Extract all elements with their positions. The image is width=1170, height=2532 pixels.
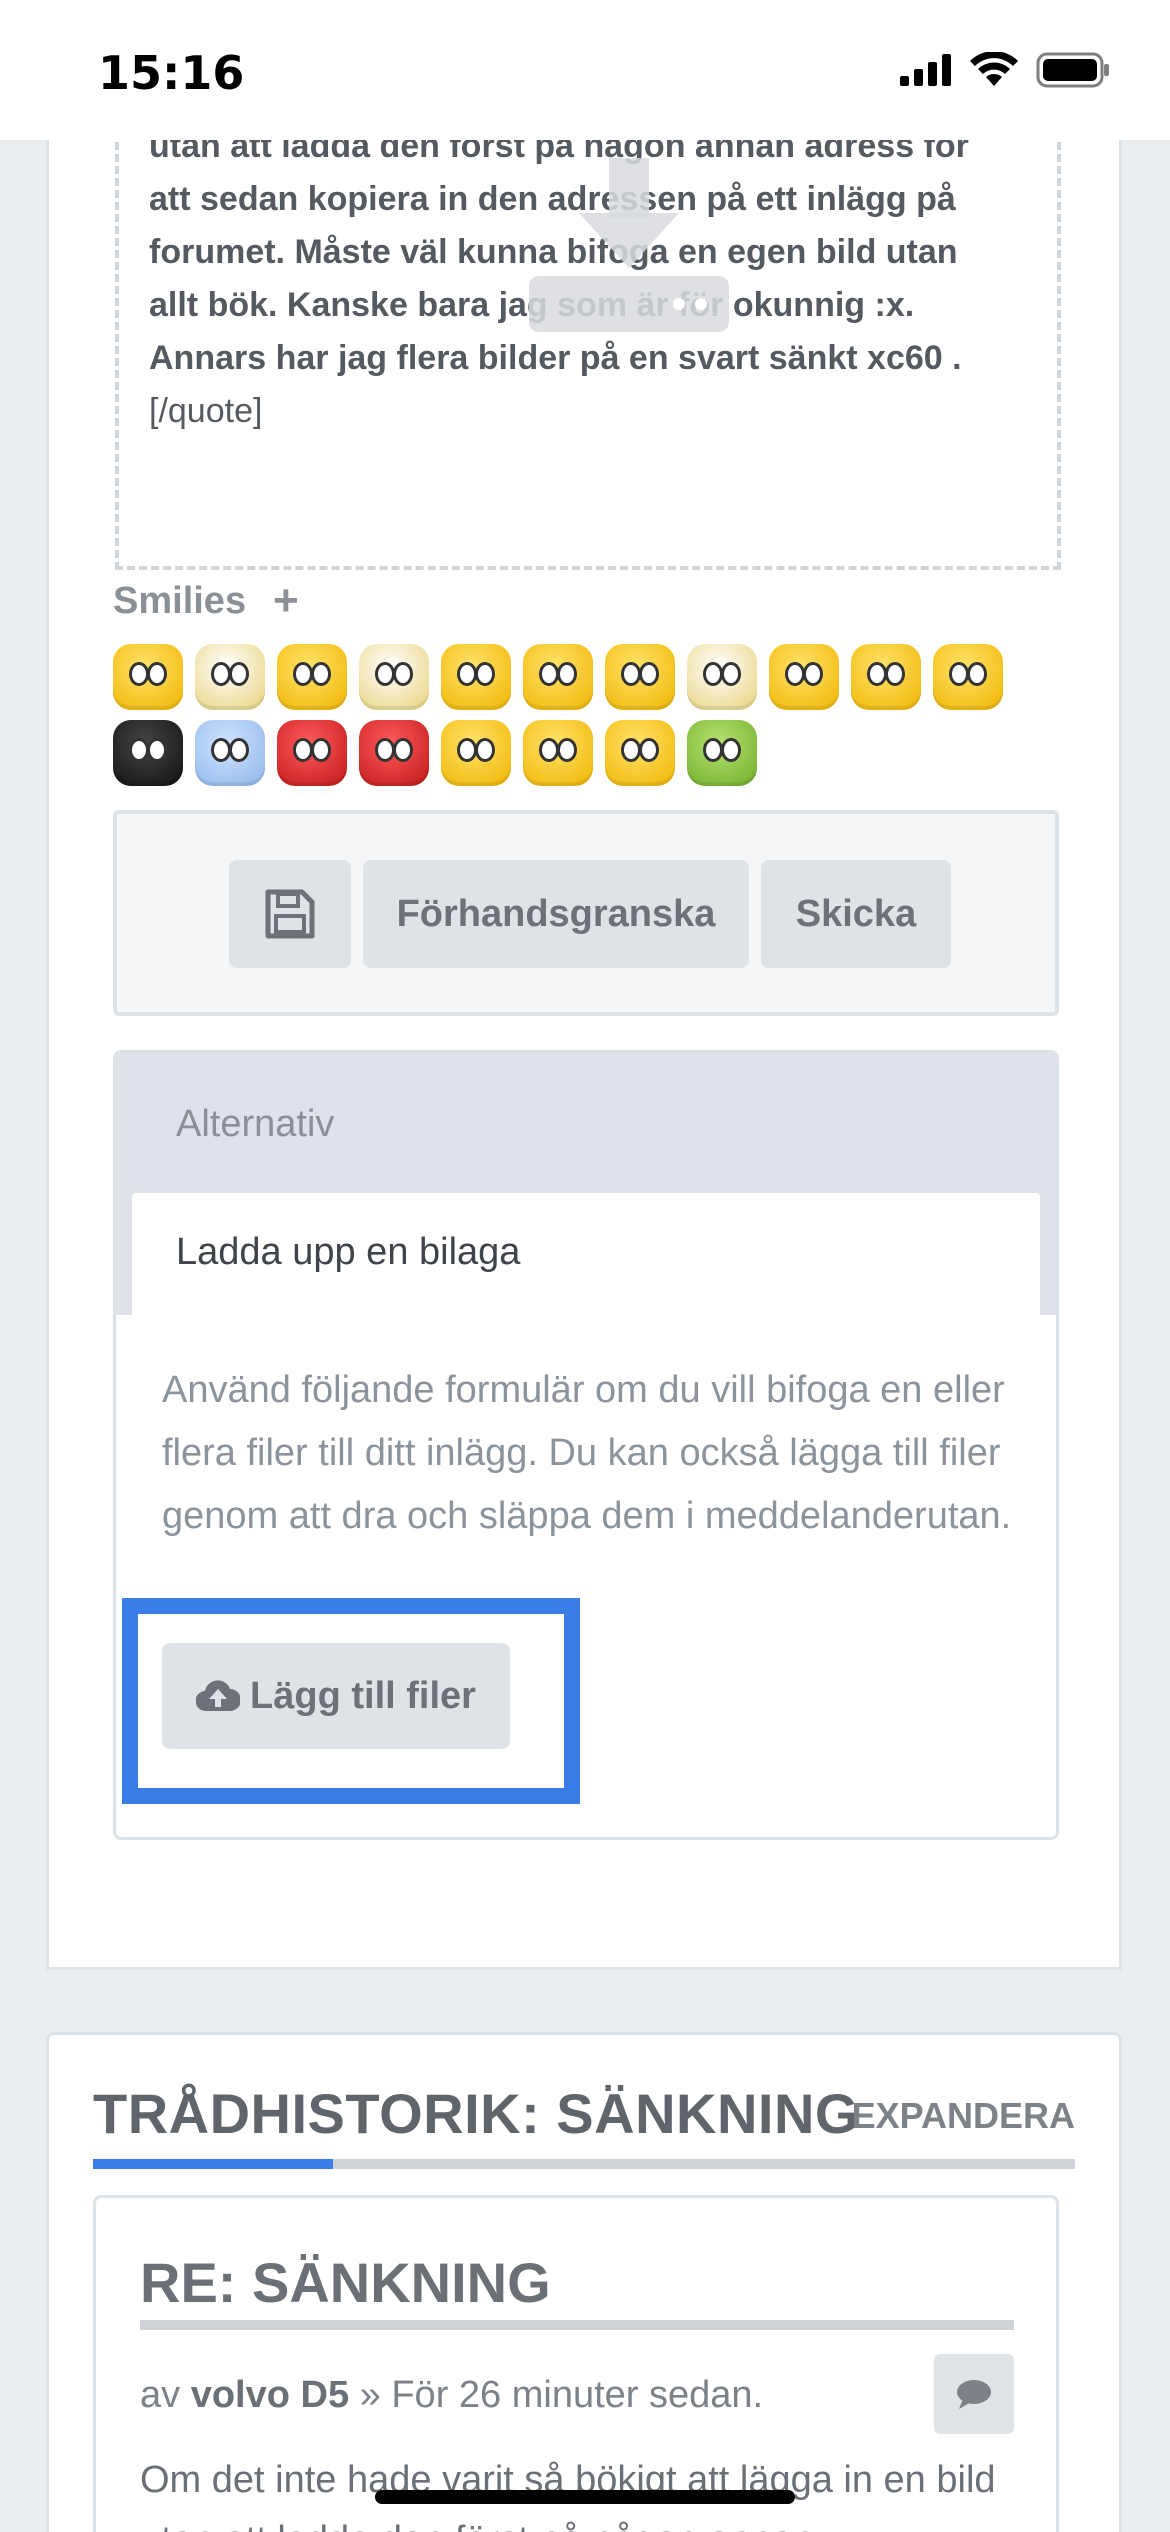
smiley-icon[interactable] bbox=[359, 720, 429, 786]
submit-button[interactable]: Skicka bbox=[761, 860, 951, 968]
quote-close-tag: [/quote] bbox=[149, 392, 263, 430]
tab-label: Ladda upp en bilaga bbox=[176, 1231, 521, 1273]
save-draft-button[interactable] bbox=[229, 860, 351, 968]
speech-bubble-icon bbox=[957, 2380, 991, 2409]
smilies-row bbox=[113, 720, 757, 786]
smiley-icon[interactable] bbox=[933, 644, 1003, 710]
quote-post-button[interactable] bbox=[934, 2354, 1014, 2434]
smiley-icon[interactable] bbox=[523, 720, 593, 786]
status-icons bbox=[900, 52, 1110, 88]
submit-buttons-panel: Förhandsgranska Skicka bbox=[113, 810, 1059, 1016]
history-post: RE: SÄNKNING av volvo D5 » För 26 minute… bbox=[93, 2195, 1059, 2532]
smiley-icon[interactable] bbox=[851, 644, 921, 710]
smiley-icon[interactable] bbox=[441, 644, 511, 710]
floppy-disk-icon bbox=[265, 889, 315, 939]
smilies-expand-icon[interactable]: + bbox=[273, 576, 299, 626]
smiley-icon[interactable] bbox=[605, 720, 675, 786]
post-author-link[interactable]: volvo D5 bbox=[191, 2374, 349, 2416]
post-meta: av volvo D5 » För 26 minuter sedan. bbox=[140, 2374, 763, 2417]
smiley-icon[interactable] bbox=[277, 644, 347, 710]
smiley-icon[interactable] bbox=[441, 720, 511, 786]
smiley-icon[interactable] bbox=[687, 720, 757, 786]
options-header: Alternativ Ladda upp en bilaga bbox=[116, 1053, 1056, 1315]
battery-icon bbox=[1036, 52, 1109, 88]
thread-history-card: TRÅDHISTORIK: SÄNKNING EXPANDERA RE: SÄN… bbox=[46, 2032, 1122, 2532]
post-title-underline bbox=[140, 2320, 1014, 2330]
tab-upload-attachment[interactable]: Ladda upp en bilaga bbox=[132, 1193, 1040, 1315]
history-title: TRÅDHISTORIK: SÄNKNING bbox=[93, 2082, 859, 2145]
smiley-icon[interactable] bbox=[605, 644, 675, 710]
history-underline bbox=[93, 2159, 1075, 2169]
post-meta-time: » För 26 minuter sedan. bbox=[359, 2374, 764, 2416]
post-meta-prefix: av bbox=[140, 2374, 181, 2416]
smiley-icon[interactable] bbox=[277, 720, 347, 786]
quote-line: Annars har jag flera bilder på en svart … bbox=[149, 339, 962, 377]
expand-link[interactable]: EXPANDERA bbox=[852, 2095, 1075, 2137]
smiley-icon[interactable] bbox=[113, 644, 183, 710]
options-title[interactable]: Alternativ bbox=[176, 1103, 334, 1146]
home-indicator bbox=[375, 2490, 795, 2504]
smiley-icon[interactable] bbox=[523, 644, 593, 710]
smiley-icon[interactable] bbox=[769, 644, 839, 710]
smiley-icon[interactable] bbox=[195, 644, 265, 710]
drop-download-icon bbox=[529, 158, 729, 332]
smilies-row bbox=[113, 644, 1003, 710]
highlight-overlay bbox=[122, 1598, 580, 1804]
smiley-icon[interactable] bbox=[359, 644, 429, 710]
attachment-description: Använd följande formulär om du vill bifo… bbox=[162, 1369, 1012, 1537]
cellular-signal-icon bbox=[900, 54, 951, 86]
preview-button[interactable]: Förhandsgranska bbox=[363, 860, 749, 968]
smiley-icon[interactable] bbox=[195, 720, 265, 786]
status-bar: 15:16 bbox=[0, 0, 1170, 140]
status-time: 15:16 bbox=[98, 46, 245, 100]
post-title: RE: SÄNKNING bbox=[140, 2251, 551, 2314]
smiley-icon[interactable] bbox=[687, 644, 757, 710]
message-textarea[interactable]: utan att ladda den först på någon annan … bbox=[115, 127, 1061, 570]
smiley-icon[interactable] bbox=[113, 720, 183, 786]
wifi-icon bbox=[970, 52, 1018, 86]
smilies-label: Smilies bbox=[113, 580, 247, 622]
